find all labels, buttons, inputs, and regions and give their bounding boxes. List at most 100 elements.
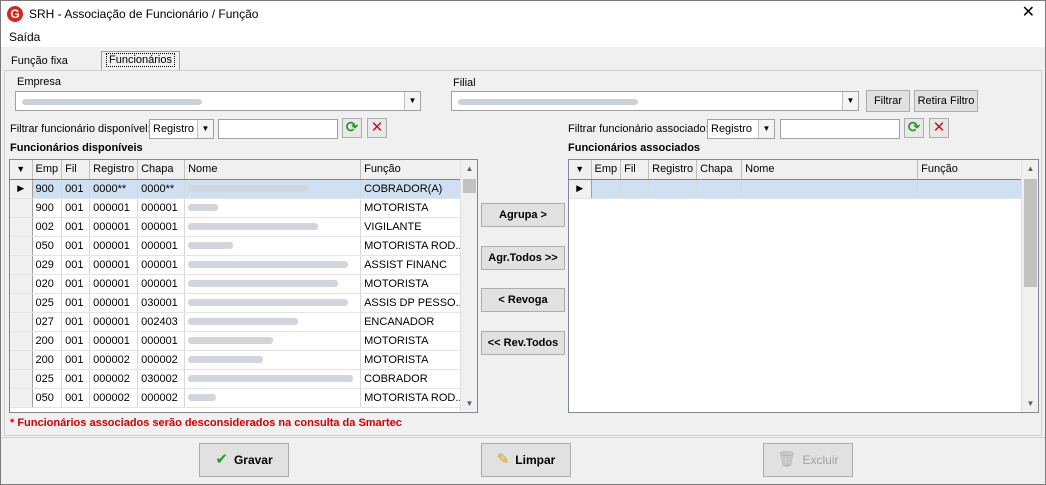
scroll-thumb[interactable] — [463, 179, 476, 193]
table-row[interactable]: 029 001 000001 000001 ASSIST FINANC — [10, 255, 469, 275]
clear-filter-icon[interactable]: ✕ — [367, 118, 387, 138]
menu-saida[interactable]: Saída — [9, 30, 40, 44]
tab-funcao-fixa[interactable]: Função fixa — [7, 53, 72, 71]
col-header-chapa[interactable]: Chapa — [696, 160, 743, 180]
table-row[interactable]: 050 001 000002 000002 MOTORISTA ROD... — [10, 388, 469, 408]
sort-indicator-icon[interactable]: ▼ — [569, 160, 592, 180]
header-row: ▼ Emp Fil Registro Chapa Nome Função — [569, 160, 1025, 180]
table-row[interactable]: 200 001 000002 000002 MOTORISTA — [10, 350, 469, 370]
table-row[interactable]: 027 001 000001 002403 ENCANADOR — [10, 312, 469, 332]
retira-filtro-button[interactable]: Retira Filtro — [914, 90, 978, 112]
table-row[interactable]: 025 001 000001 030001 ASSIS DP PESSO... — [10, 293, 469, 313]
disponiveis-scrollbar[interactable]: ▲ ▼ — [460, 160, 477, 412]
scroll-up-icon[interactable]: ▲ — [461, 160, 477, 177]
chevron-down-icon[interactable]: ▼ — [758, 120, 774, 138]
cell-nome-redacted — [184, 198, 362, 218]
associados-scrollbar[interactable]: ▲ ▼ — [1021, 160, 1038, 412]
associados-grid[interactable]: ▼ Emp Fil Registro Chapa Nome Função ▶ ▲… — [568, 159, 1039, 413]
col-header-emp[interactable]: Emp — [32, 160, 63, 180]
excluir-button[interactable]: 🗑 Excluir — [763, 443, 853, 477]
filter-disponivel-input[interactable] — [218, 119, 338, 139]
col-header-fil[interactable]: Fil — [620, 160, 650, 180]
main-window: G SRH - Associação de Funcionário / Funç… — [0, 0, 1046, 485]
disponiveis-grid[interactable]: ▼ Emp Fil Registro Chapa Nome Função ▶ 9… — [9, 159, 478, 413]
cell-fil: 001 — [61, 312, 91, 332]
agr-todos-button[interactable]: Agr.Todos >> — [481, 246, 565, 270]
gravar-label: Gravar — [233, 453, 273, 467]
scroll-up-icon[interactable]: ▲ — [1022, 160, 1038, 177]
scroll-thumb[interactable] — [1024, 179, 1037, 287]
excluir-label: Excluir — [802, 453, 839, 467]
scroll-down-icon[interactable]: ▼ — [1022, 395, 1038, 412]
col-header-emp[interactable]: Emp — [591, 160, 622, 180]
refresh-icon[interactable]: ⟳ — [342, 118, 362, 138]
limpar-button[interactable]: ✎ Limpar — [481, 443, 571, 477]
table-row[interactable]: 025 001 000002 030002 COBRADOR — [10, 369, 469, 389]
col-header-nome[interactable]: Nome — [741, 160, 919, 180]
rev-todos-button[interactable]: << Rev.Todos — [481, 331, 565, 355]
cell-registro: 000001 — [89, 312, 139, 332]
col-header-fil[interactable]: Fil — [61, 160, 91, 180]
tab-funcionarios[interactable]: Funcionários — [101, 51, 180, 71]
filtrar-button[interactable]: Filtrar — [866, 90, 910, 112]
footer-divider — [1, 437, 1045, 438]
row-indicator — [10, 350, 33, 370]
window-title: SRH - Associação de Funcionário / Função — [29, 7, 259, 21]
col-header-nome[interactable]: Nome — [184, 160, 362, 180]
cell-emp: 050 — [32, 236, 63, 256]
tab-funcionarios-label: Funcionários — [106, 53, 175, 67]
cell-chapa: 030002 — [137, 369, 186, 389]
revoga-button[interactable]: < Revoga — [481, 288, 565, 312]
chevron-down-icon[interactable]: ▼ — [842, 92, 858, 110]
empresa-value-redacted — [22, 99, 202, 105]
col-header-registro[interactable]: Registro — [89, 160, 139, 180]
cell-chapa: 000001 — [137, 255, 186, 275]
table-row[interactable]: 200 001 000001 000001 MOTORISTA — [10, 331, 469, 351]
cell-emp: 200 — [32, 331, 63, 351]
cell-nome-redacted — [184, 388, 362, 408]
cell-chapa: 0000** — [137, 179, 186, 199]
row-indicator — [10, 217, 33, 237]
row-pointer-icon: ▶ — [569, 179, 592, 199]
col-header-registro[interactable]: Registro — [648, 160, 698, 180]
filter-associado-input[interactable] — [780, 119, 900, 139]
cell-registro: 000001 — [89, 255, 139, 275]
close-icon[interactable]: ✕ — [1022, 4, 1035, 22]
header-row: ▼ Emp Fil Registro Chapa Nome Função — [10, 160, 469, 180]
cell-nome-redacted — [184, 274, 362, 294]
table-row[interactable]: 050 001 000001 000001 MOTORISTA ROD... — [10, 236, 469, 256]
row-indicator — [10, 293, 33, 313]
cell-chapa: 000001 — [137, 236, 186, 256]
table-row[interactable]: 002 001 000001 000001 VIGILANTE — [10, 217, 469, 237]
scroll-down-icon[interactable]: ▼ — [461, 395, 477, 412]
cell-emp: 025 — [32, 369, 63, 389]
cell-emp: 900 — [32, 198, 63, 218]
associados-title: Funcionários associados — [568, 142, 701, 154]
table-row[interactable]: ▶ 900 001 0000** 0000** COBRADOR(A) — [10, 179, 469, 199]
empresa-select[interactable]: ▼ — [15, 91, 421, 111]
cell-nome-redacted — [184, 236, 362, 256]
agrupa-button[interactable]: Agrupa > — [481, 203, 565, 227]
sort-indicator-icon[interactable]: ▼ — [10, 160, 33, 180]
cell-chapa: 002403 — [137, 312, 186, 332]
table-row[interactable]: 020 001 000001 000001 MOTORISTA — [10, 274, 469, 294]
gravar-button[interactable]: ✔ Gravar — [199, 443, 289, 477]
table-row[interactable]: 900 001 000001 000001 MOTORISTA — [10, 198, 469, 218]
col-header-funcao[interactable]: Função — [360, 160, 469, 180]
chevron-down-icon[interactable]: ▼ — [404, 92, 420, 110]
filter-disponivel-select[interactable]: Registro ▼ — [149, 119, 214, 139]
broom-icon: ✎ — [496, 451, 510, 468]
cell-chapa: 000002 — [137, 388, 186, 408]
filial-select[interactable]: ▼ — [451, 91, 859, 111]
clear-filter-icon[interactable]: ✕ — [929, 118, 949, 138]
cell-funcao: VIGILANTE — [360, 217, 469, 237]
filter-associado-select[interactable]: Registro ▼ — [707, 119, 775, 139]
cell-registro: 000001 — [89, 293, 139, 313]
cell-registro: 000001 — [89, 331, 139, 351]
table-row[interactable]: ▶ — [569, 179, 1025, 199]
refresh-icon[interactable]: ⟳ — [904, 118, 924, 138]
chevron-down-icon[interactable]: ▼ — [197, 120, 213, 138]
col-header-funcao[interactable]: Função — [917, 160, 1025, 180]
filial-label: Filial — [453, 77, 476, 89]
col-header-chapa[interactable]: Chapa — [137, 160, 186, 180]
